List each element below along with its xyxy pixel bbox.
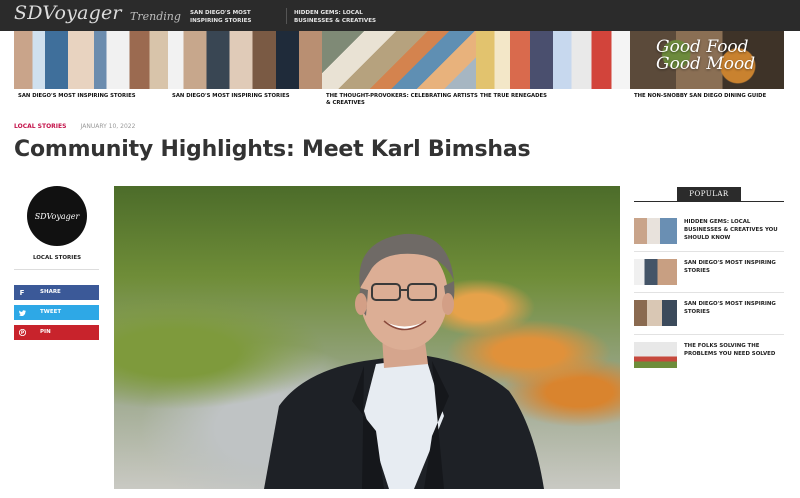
featured-image-5: Good Food Good Mood xyxy=(630,31,784,89)
popular-item[interactable]: HIDDEN GEMS: LOCAL BUSINESSES & CREATIVE… xyxy=(634,218,784,248)
facebook-share-label: SHARE xyxy=(40,289,61,295)
popular-item-title[interactable]: SAN DIEGO'S MOST INSPIRING STORIES xyxy=(684,259,784,275)
twitter-tweet-label: TWEET xyxy=(40,309,62,315)
popular-thumbnail xyxy=(634,218,677,244)
article-title: Community Highlights: Meet Karl Bimshas xyxy=(14,137,531,162)
featured-card-4[interactable]: THE TRUE RENEGADES xyxy=(476,31,630,103)
featured-image-2 xyxy=(168,31,322,89)
featured-image-1 xyxy=(14,31,168,89)
popular-thumbnail xyxy=(634,259,677,285)
popular-divider xyxy=(634,292,784,293)
trending-divider xyxy=(286,8,287,24)
popular-heading: POPULAR xyxy=(677,187,741,202)
featured-card-1[interactable]: SAN DIEGO'S MOST INSPIRING STORIES xyxy=(14,31,168,103)
pinterest-pin-button[interactable]: p PIN xyxy=(14,325,99,340)
site-logo[interactable]: SDVoyager xyxy=(14,2,122,24)
share-divider xyxy=(14,269,99,270)
trending-label: Trending xyxy=(130,10,181,23)
popular-item[interactable]: SAN DIEGO'S MOST INSPIRING STORIES xyxy=(634,259,784,289)
featured-caption-5[interactable]: THE NON-SNOBBY SAN DIEGO DINING GUIDE xyxy=(634,93,788,100)
featured-caption-2[interactable]: SAN DIEGO'S MOST INSPIRING STORIES xyxy=(172,93,326,100)
featured-image-4 xyxy=(476,31,630,89)
popular-item[interactable]: THE FOLKS SOLVING THE PROBLEMS YOU NEED … xyxy=(634,342,784,372)
featured-caption-4[interactable]: THE TRUE RENEGADES xyxy=(480,93,634,100)
popular-item[interactable]: SAN DIEGO'S MOST INSPIRING STORIES xyxy=(634,300,784,330)
popular-item-title[interactable]: THE FOLKS SOLVING THE PROBLEMS YOU NEED … xyxy=(684,342,784,358)
portrait-illustration xyxy=(264,233,544,489)
avatar-logo-text: SDVoyager xyxy=(34,211,80,221)
featured-card-3[interactable]: THE THOUGHT-PROVOKERS: CELEBRATING ARTIS… xyxy=(322,31,478,106)
popular-thumbnail xyxy=(634,342,677,368)
top-bar: SDVoyager Trending SAN DIEGO'S MOST INSP… xyxy=(0,0,800,31)
featured-image-3 xyxy=(322,31,476,89)
popular-thumbnail xyxy=(634,300,677,326)
author-category-label[interactable]: LOCAL STORIES xyxy=(14,255,100,261)
featured-card-5[interactable]: Good Food Good Mood THE NON-SNOBBY SAN D… xyxy=(630,31,784,103)
article-date: JANUARY 10, 2022 xyxy=(80,123,136,130)
popular-item-title[interactable]: SAN DIEGO'S MOST INSPIRING STORIES xyxy=(684,300,784,316)
popular-item-title[interactable]: HIDDEN GEMS: LOCAL BUSINESSES & CREATIVE… xyxy=(684,218,784,242)
pinterest-icon: p xyxy=(14,325,30,340)
popular-divider xyxy=(634,251,784,252)
facebook-share-button[interactable]: f SHARE xyxy=(14,285,99,300)
trending-link-2[interactable]: HIDDEN GEMS: LOCAL BUSINESSES & CREATIVE… xyxy=(294,9,390,25)
facebook-icon: f xyxy=(19,288,25,297)
popular-divider xyxy=(634,334,784,335)
trending-link-1[interactable]: SAN DIEGO'S MOST INSPIRING STORIES xyxy=(190,9,278,25)
twitter-icon xyxy=(14,305,30,320)
article-hero-image xyxy=(114,186,620,489)
featured-card-2[interactable]: SAN DIEGO'S MOST INSPIRING STORIES xyxy=(168,31,322,103)
avatar[interactable]: SDVoyager xyxy=(27,186,87,246)
good-food-overlay-text: Good Food Good Mood xyxy=(656,37,756,74)
twitter-tweet-button[interactable]: TWEET xyxy=(14,305,99,320)
pinterest-pin-label: PIN xyxy=(40,329,51,335)
featured-caption-3[interactable]: THE THOUGHT-PROVOKERS: CELEBRATING ARTIS… xyxy=(326,93,480,107)
featured-caption-1[interactable]: SAN DIEGO'S MOST INSPIRING STORIES xyxy=(18,93,172,100)
article-meta: LOCAL STORIES JANUARY 10, 2022 xyxy=(14,123,135,130)
article-category[interactable]: LOCAL STORIES xyxy=(14,123,66,130)
